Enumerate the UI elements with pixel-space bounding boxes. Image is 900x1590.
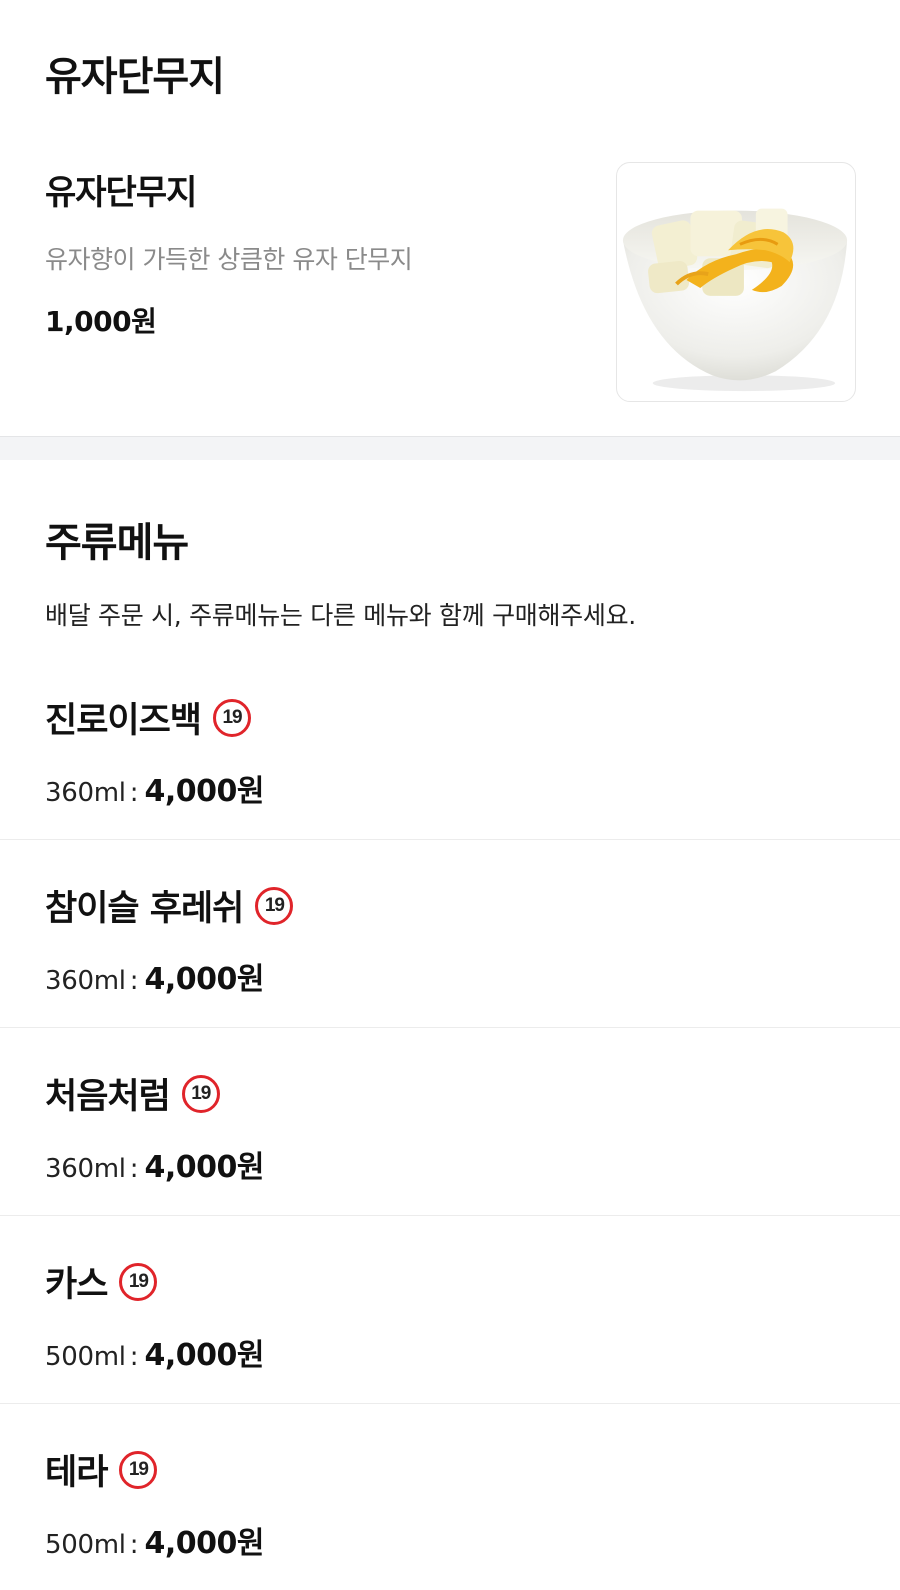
- section-divider: [0, 436, 900, 460]
- drink-volume: 360ml: [45, 966, 126, 996]
- drink-item[interactable]: 처음처럼 19 360ml : 4,000원: [0, 1028, 900, 1216]
- menu-item-name: 유자단무지: [45, 173, 197, 213]
- age-19-badge-icon: 19: [213, 698, 252, 737]
- drink-volume: 360ml: [45, 1154, 126, 1184]
- section-title: 유자단무지: [45, 54, 225, 100]
- drink-price: 4,000원: [144, 1338, 264, 1373]
- drink-name: 카스: [45, 1265, 108, 1305]
- liquor-menu-section: 주류메뉴 배달 주문 시, 주류메뉴는 다른 메뉴와 함께 구매해주세요. 진로…: [0, 460, 900, 1590]
- drink-price: 4,000원: [144, 1150, 264, 1185]
- drink-item[interactable]: 테라 19 500ml : 4,000원: [0, 1404, 900, 1590]
- section-title: 주류메뉴: [45, 520, 189, 566]
- price-separator: :: [129, 1154, 139, 1184]
- drink-price: 4,000원: [144, 962, 264, 997]
- menu-item-image[interactable]: [616, 162, 856, 402]
- delivery-notice: 배달 주문 시, 주류메뉴는 다른 메뉴와 함께 구매해주세요.: [45, 601, 636, 630]
- menu-item-price: 1,000원: [45, 305, 157, 338]
- price-separator: :: [129, 778, 139, 808]
- age-19-badge-icon: 19: [119, 1450, 158, 1489]
- side-menu-section: 유자단무지 유자단무지 유자향이 가득한 상큼한 유자 단무지 1,000원: [0, 0, 900, 436]
- drink-volume: 500ml: [45, 1530, 126, 1560]
- age-19-badge-icon: 19: [181, 1074, 220, 1113]
- age-19-badge-icon: 19: [119, 1262, 158, 1301]
- drink-name: 참이슬 후레쉬: [45, 889, 244, 929]
- drink-price: 4,000원: [144, 774, 264, 809]
- drink-price: 4,000원: [144, 1526, 264, 1561]
- yuzu-radish-bowl-icon: [622, 208, 848, 392]
- drink-name: 테라: [45, 1453, 108, 1493]
- price-separator: :: [129, 1342, 139, 1372]
- drink-item[interactable]: 참이슬 후레쉬 19 360ml : 4,000원: [0, 840, 900, 1028]
- drink-volume: 500ml: [45, 1342, 126, 1372]
- price-separator: :: [129, 966, 139, 996]
- drink-name: 진로이즈백: [45, 701, 202, 741]
- age-19-badge-icon: 19: [255, 886, 294, 925]
- drink-name: 처음처럼: [45, 1077, 171, 1117]
- drink-volume: 360ml: [45, 778, 126, 808]
- menu-item-description: 유자향이 가득한 상큼한 유자 단무지: [45, 245, 413, 274]
- drink-item[interactable]: 진로이즈백 19 360ml : 4,000원: [0, 652, 900, 840]
- price-separator: :: [129, 1530, 139, 1560]
- drink-item[interactable]: 카스 19 500ml : 4,000원: [0, 1216, 900, 1404]
- drink-list: 진로이즈백 19 360ml : 4,000원 참이슬 후레쉬 19 360ml…: [0, 652, 900, 1590]
